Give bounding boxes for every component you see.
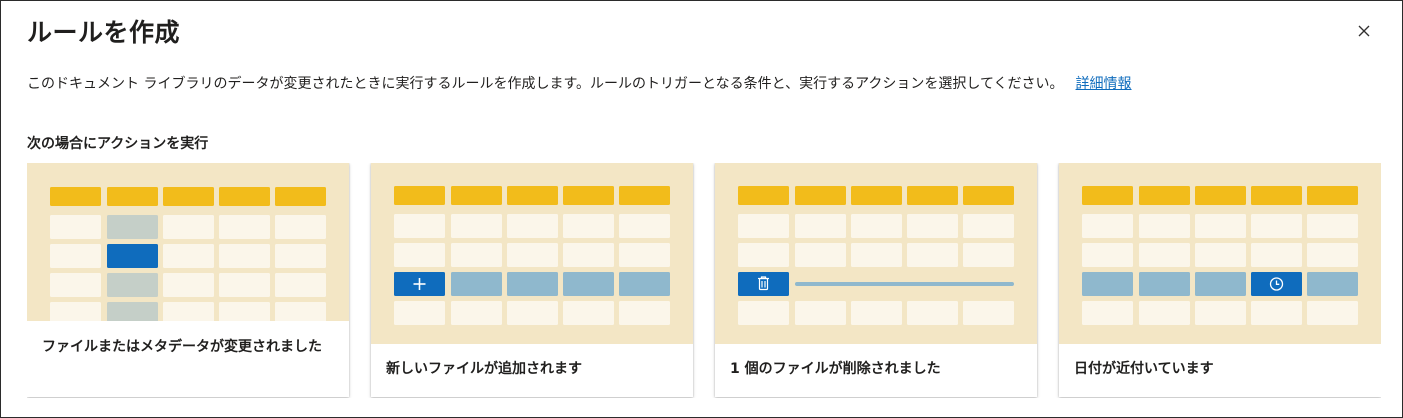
trigger-card-file-deleted[interactable]: 1 個のファイルが削除されました: [715, 163, 1037, 397]
description-text: このドキュメント ライブラリのデータが変更されたときに実行するルールを作成します…: [27, 76, 1064, 92]
section-label: 次の場合にアクションを実行: [27, 136, 209, 152]
card-illustration: [371, 163, 693, 344]
grid-delete-illustration: [738, 186, 1014, 325]
close-icon: [1358, 25, 1370, 37]
card-illustration: [715, 163, 1037, 344]
close-button[interactable]: [1354, 21, 1374, 41]
card-label: 日付が近付いています: [1074, 361, 1214, 377]
grid-add-illustration: [394, 186, 670, 325]
dialog-title: ルールを作成: [27, 18, 181, 47]
card-label: 新しいファイルが追加されます: [386, 361, 582, 377]
trigger-card-list: ファイルまたはメタデータが変更されました 新しいファイルが追加されます 1 個の…: [27, 163, 1381, 398]
card-illustration: [27, 163, 349, 321]
card-label: 1 個のファイルが削除されました: [730, 361, 941, 377]
card-illustration: [1059, 163, 1381, 344]
learn-more-link[interactable]: 詳細情報: [1076, 76, 1132, 92]
trigger-card-date-approaching[interactable]: 日付が近付いています: [1059, 163, 1381, 397]
create-rule-dialog: ルールを作成 このドキュメント ライブラリのデータが変更されたときに実行するルー…: [0, 0, 1403, 418]
trigger-card-file-added[interactable]: 新しいファイルが追加されます: [371, 163, 693, 397]
dialog-description: このドキュメント ライブラリのデータが変更されたときに実行するルールを作成します…: [27, 73, 1132, 93]
grid-edit-illustration: [50, 187, 326, 321]
grid-date-illustration: [1082, 186, 1358, 325]
trigger-card-file-changed[interactable]: ファイルまたはメタデータが変更されました: [27, 163, 349, 397]
card-label: ファイルまたはメタデータが変更されました: [42, 339, 322, 355]
